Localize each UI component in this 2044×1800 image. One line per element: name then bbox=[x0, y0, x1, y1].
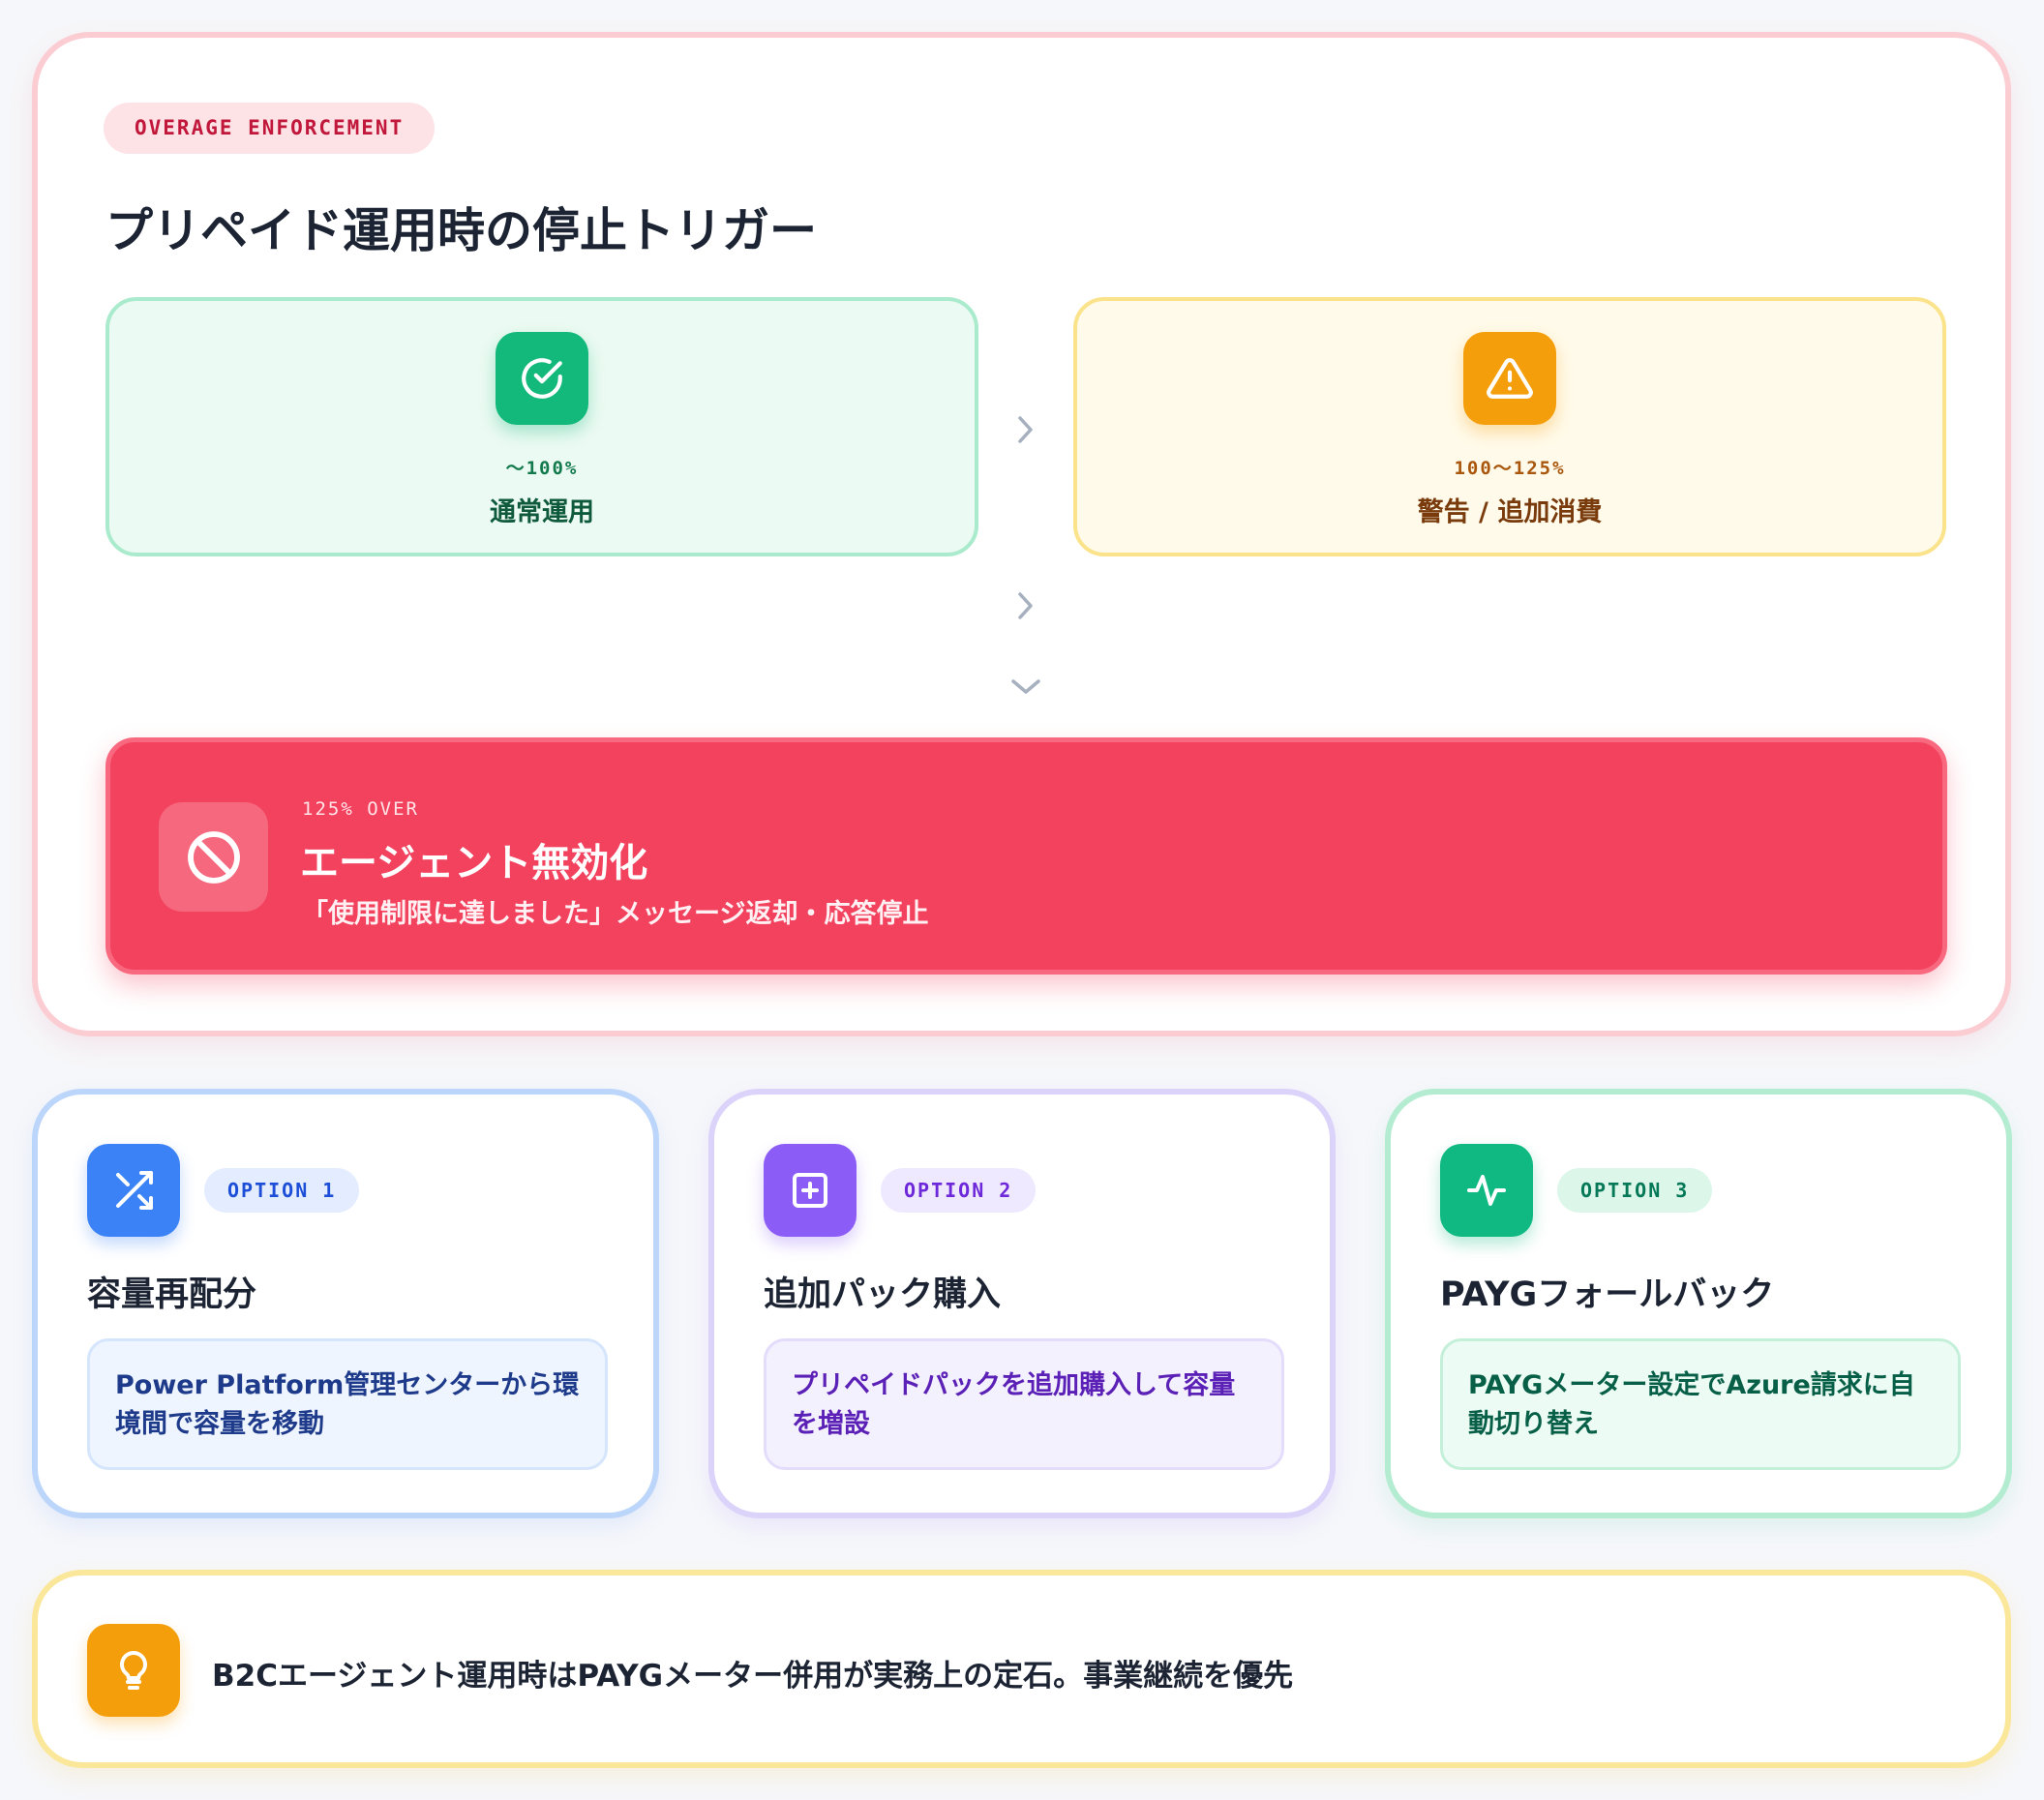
stage-warning-extra-consumption: 100～125% 警告 / 追加消費 bbox=[1073, 297, 1946, 556]
stop-description: 「使用制限に達しました」メッセージ返却・応答停止 bbox=[302, 899, 929, 929]
stage-label: 通常運用 bbox=[490, 497, 594, 527]
activity-pulse-icon bbox=[1440, 1144, 1533, 1237]
option-card-capacity-reallocation: OPTION 1 容量再配分 Power Platform管理センターから環境間… bbox=[32, 1089, 659, 1518]
option-card-payg-fallback: OPTION 3 PAYGフォールバック PAYGメーター設定でAzure請求に… bbox=[1385, 1089, 2012, 1518]
shuffle-icon bbox=[87, 1144, 180, 1237]
check-circle-icon bbox=[496, 332, 588, 425]
option-badge: OPTION 1 bbox=[204, 1168, 360, 1213]
overage-enforcement-card: OVERAGE ENFORCEMENT プリペイド運用時の停止トリガー ～100… bbox=[32, 32, 2011, 1036]
plus-square-icon bbox=[764, 1144, 857, 1237]
stage-label: 警告 / 追加消費 bbox=[1417, 497, 1603, 527]
warning-triangle-icon bbox=[1463, 332, 1556, 425]
option-description: PAYGメーター設定でAzure請求に自動切り替え bbox=[1440, 1338, 1961, 1470]
stage-normal-operation: ～100% 通常運用 bbox=[105, 297, 978, 556]
option-card-additional-pack: OPTION 2 追加パック購入 プリペイドパックを追加購入して容量を増設 bbox=[708, 1089, 1336, 1518]
option-title: 容量再配分 bbox=[87, 1275, 257, 1314]
option-title: 追加パック購入 bbox=[764, 1275, 1002, 1314]
chevron-right-icon bbox=[1018, 416, 1033, 443]
section-eyebrow-badge: OVERAGE ENFORCEMENT bbox=[104, 103, 436, 154]
page-title: プリペイド運用時の停止トリガー bbox=[105, 203, 818, 258]
agent-disabled-alert: 125% OVER エージェント無効化 「使用制限に達しました」メッセージ返却・… bbox=[105, 737, 1947, 975]
stop-threshold: 125% OVER bbox=[302, 798, 419, 820]
chevron-down-icon bbox=[1011, 679, 1040, 694]
option-description: Power Platform管理センターから環境間で容量を移動 bbox=[87, 1338, 608, 1470]
stage-range: 100～125% bbox=[1454, 458, 1566, 479]
lightbulb-icon bbox=[87, 1624, 180, 1717]
chevron-right-icon bbox=[1018, 592, 1033, 619]
option-badge: OPTION 3 bbox=[1557, 1168, 1713, 1213]
best-practice-tip: B2Cエージェント運用時はPAYGメーター併用が実務上の定石。事業継続を優先 bbox=[32, 1570, 2011, 1768]
option-title: PAYGフォールバック bbox=[1440, 1275, 1775, 1314]
tip-text: B2Cエージェント運用時はPAYGメーター併用が実務上の定石。事業継続を優先 bbox=[212, 1659, 1294, 1694]
option-description: プリペイドパックを追加購入して容量を増設 bbox=[764, 1338, 1284, 1470]
stage-range: ～100% bbox=[505, 458, 579, 479]
prohibited-icon bbox=[159, 802, 268, 912]
option-badge: OPTION 2 bbox=[881, 1168, 1037, 1213]
stop-title: エージェント無効化 bbox=[300, 841, 648, 885]
